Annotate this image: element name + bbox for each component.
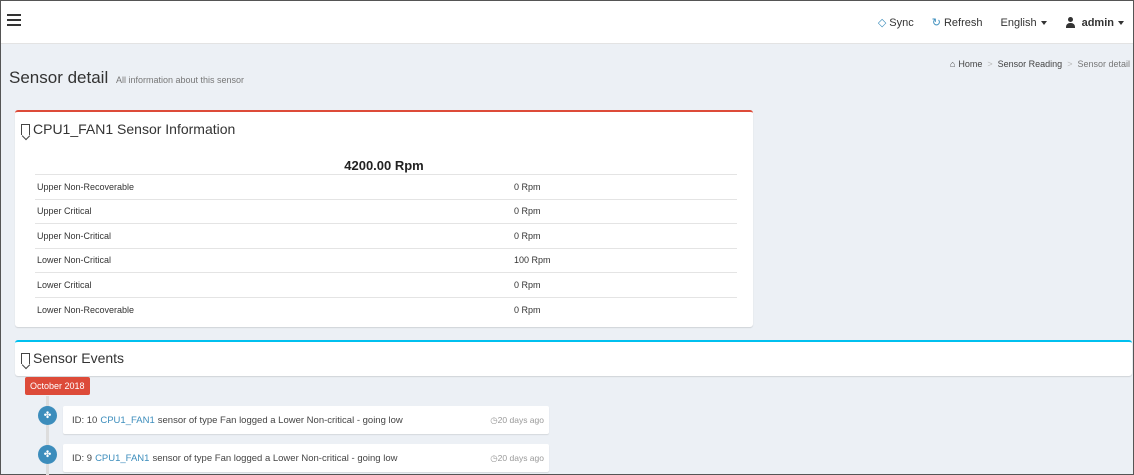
- threshold-value: 0 Rpm: [512, 296, 737, 322]
- table-row: Lower Non-Critical 100 Rpm: [35, 247, 737, 273]
- navbar-right: ◇ Sync ↻ Refresh English admin: [869, 1, 1133, 44]
- clock-icon: ◷: [490, 453, 498, 463]
- sensor-events-title: Sensor Events: [21, 350, 124, 366]
- sensor-events-title-text: Sensor Events: [33, 350, 125, 366]
- menu-toggle-icon[interactable]: [7, 14, 21, 26]
- bookmark-icon: [21, 352, 30, 364]
- page-title: Sensor detail All information about this…: [9, 68, 244, 88]
- threshold-value: 0 Rpm: [512, 223, 737, 248]
- sensor-events-box: Sensor Events: [15, 340, 1132, 376]
- table-row: Lower Non-Recoverable 0 Rpm: [35, 296, 737, 322]
- user-icon: [1065, 17, 1076, 28]
- threshold-label: Upper Non-Recoverable: [35, 174, 512, 199]
- event-time: ◷20 days ago: [490, 415, 544, 426]
- refresh-label: Refresh: [943, 16, 983, 29]
- table-row: Upper Critical 0 Rpm: [35, 198, 737, 224]
- breadcrumb-sensor-reading[interactable]: Sensor Reading: [998, 59, 1063, 69]
- breadcrumb-current: Sensor detail: [1077, 59, 1130, 69]
- threshold-table: Upper Non-Recoverable 0 Rpm Upper Critic…: [35, 174, 737, 322]
- sensor-info-box: CPU1_FAN1 Sensor Information 4200.00 Rpm…: [15, 110, 753, 327]
- bookmark-icon: [21, 123, 30, 135]
- user-menu[interactable]: admin: [1056, 1, 1133, 44]
- fan-icon: ✤: [38, 445, 57, 464]
- chevron-down-icon: [1040, 20, 1047, 25]
- user-label: admin: [1081, 16, 1114, 29]
- table-row: Upper Non-Critical 0 Rpm: [35, 223, 737, 248]
- threshold-label: Lower Non-Critical: [35, 247, 512, 273]
- page-subtitle: All information about this sensor: [115, 75, 245, 85]
- fan-icon: ✤: [38, 406, 57, 425]
- sensor-link[interactable]: CPU1_FAN1: [95, 453, 149, 464]
- sensor-info-title: CPU1_FAN1 Sensor Information: [21, 121, 235, 137]
- threshold-value: 100 Rpm: [512, 247, 737, 273]
- sensor-info-title-text: CPU1_FAN1 Sensor Information: [33, 121, 236, 137]
- threshold-label: Upper Non-Critical: [35, 223, 512, 248]
- event-id: ID: 10: [72, 414, 98, 426]
- event-id: ID: 9: [72, 452, 93, 464]
- timeline-month-label: October 2018: [25, 377, 90, 395]
- clock-icon: ◷: [490, 415, 498, 425]
- threshold-value: 0 Rpm: [512, 198, 737, 224]
- event-message: sensor of type Fan logged a Lower Non-cr…: [157, 414, 403, 426]
- threshold-label: Upper Critical: [35, 198, 512, 224]
- event-message: sensor of type Fan logged a Lower Non-cr…: [152, 452, 398, 464]
- chevron-down-icon: [1118, 20, 1124, 25]
- timeline-item: ID: 9 CPU1_FAN1 sensor of type Fan logge…: [63, 444, 549, 472]
- breadcrumb-home[interactable]: Home: [958, 59, 982, 69]
- table-row: Lower Critical 0 Rpm: [35, 272, 737, 297]
- timeline-item: ID: 10 CPU1_FAN1 sensor of type Fan logg…: [63, 406, 549, 434]
- home-icon: ⌂: [949, 59, 956, 69]
- page-title-text: Sensor detail: [9, 68, 109, 87]
- threshold-value: 0 Rpm: [512, 272, 737, 297]
- language-label: English: [1000, 16, 1037, 29]
- refresh-button[interactable]: ↻ Refresh: [923, 1, 992, 44]
- threshold-label: Lower Critical: [35, 272, 512, 297]
- breadcrumb-separator: >: [987, 59, 993, 69]
- event-time-text: 20 days ago: [497, 415, 544, 425]
- threshold-value: 0 Rpm: [512, 174, 737, 199]
- language-dropdown[interactable]: English: [992, 1, 1056, 44]
- threshold-label: Lower Non-Recoverable: [35, 296, 512, 322]
- sync-label: Sync: [889, 16, 914, 29]
- table-row: Upper Non-Recoverable 0 Rpm: [35, 174, 737, 199]
- top-navbar: ◇ Sync ↻ Refresh English admin: [1, 1, 1133, 44]
- sync-button[interactable]: ◇ Sync: [869, 1, 923, 44]
- breadcrumb-separator: >: [1067, 59, 1073, 69]
- event-time: ◷20 days ago: [490, 453, 544, 464]
- sync-icon: ◇: [877, 17, 887, 29]
- sensor-reading-value: 4200.00 Rpm: [344, 158, 424, 173]
- refresh-icon: ↻: [931, 17, 941, 29]
- breadcrumb: ⌂ Home > Sensor Reading > Sensor detail: [950, 59, 1130, 69]
- event-time-text: 20 days ago: [497, 453, 544, 463]
- sensor-link[interactable]: CPU1_FAN1: [100, 415, 154, 426]
